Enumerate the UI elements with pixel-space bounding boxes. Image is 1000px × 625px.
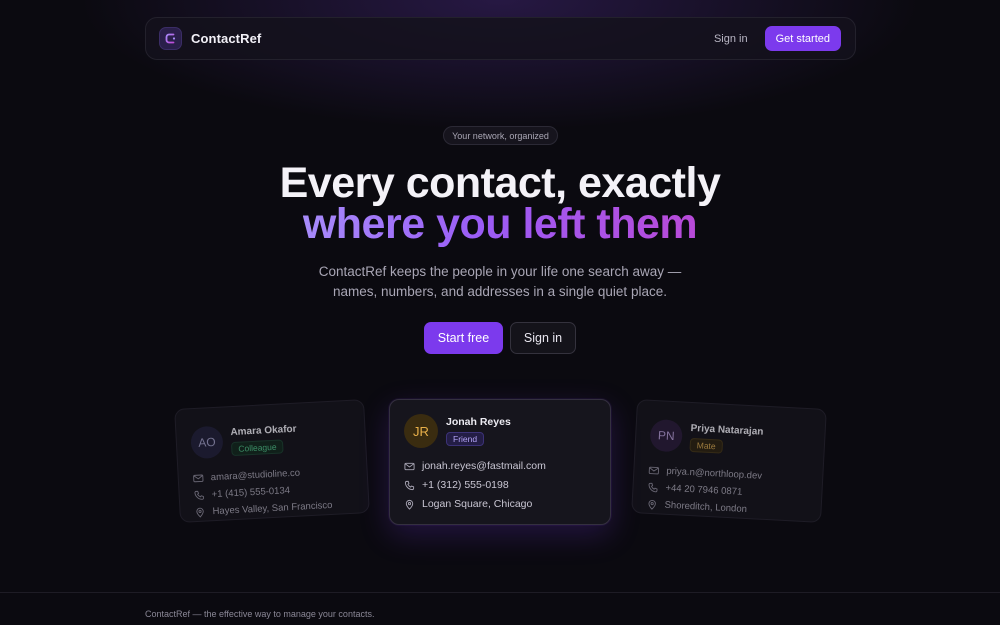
phone-icon (194, 490, 204, 500)
hero-subtitle-line2: names, numbers, and addresses in a singl… (333, 284, 667, 299)
contact-card-priya[interactable]: PN Priya Natarajan Mate priya.n@northloo… (631, 399, 827, 523)
footer-divider (0, 592, 1000, 593)
avatar: PN (649, 418, 684, 453)
card-header: AO Amara Okafor Colleague (190, 419, 351, 460)
contact-phone: +44 20 7946 0871 (665, 482, 743, 498)
contact-address-row: Hayes Valley, San Francisco (194, 499, 354, 518)
contact-phone-row: +44 20 7946 0871 (647, 482, 807, 501)
contact-email-row: amara@studioline.co (193, 465, 353, 484)
hero-title-line2: where you left them (0, 203, 1000, 246)
contact-email: jonah.reyes@fastmail.com (422, 460, 546, 472)
contact-card-amara[interactable]: AO Amara Okafor Colleague amara@studioli… (174, 399, 370, 523)
phone-icon (648, 482, 658, 493)
contact-phone-row: +1 (312) 555-0198 (404, 479, 596, 491)
hero-title-gradient-text: where you left them (302, 200, 698, 248)
brand[interactable]: ContactRef (159, 27, 261, 50)
location-pin-icon (196, 507, 204, 518)
card-identity: Amara Okafor Colleague (230, 423, 298, 456)
phone-icon (404, 480, 415, 490)
contact-name: Amara Okafor (230, 423, 297, 438)
mail-icon (404, 462, 415, 470)
contact-address: Hayes Valley, San Francisco (212, 499, 333, 518)
hero-pill-badge: Your network, organized (443, 126, 558, 145)
mail-icon (648, 466, 660, 475)
logo-icon (159, 27, 182, 50)
contact-phone-row: +1 (415) 555-0134 (193, 482, 353, 501)
card-header: PN Priya Natarajan Mate (649, 418, 810, 459)
location-pin-icon (405, 499, 414, 510)
contact-tag-badge: Mate (689, 437, 724, 454)
contact-address-row: Logan Square, Chicago (404, 498, 596, 510)
contact-address: Logan Square, Chicago (422, 498, 533, 510)
contact-email-row: jonah.reyes@fastmail.com (404, 460, 596, 472)
footer-text: ContactRef — the effective way to manage… (145, 609, 375, 619)
card-identity: Priya Natarajan Mate (689, 422, 764, 455)
contact-name: Priya Natarajan (690, 422, 764, 438)
start-free-button[interactable]: Start free (424, 322, 503, 354)
contact-card-jonah[interactable]: JR Jonah Reyes Friend jonah.reyes@fastma… (389, 399, 611, 525)
contact-phone: +1 (312) 555-0198 (422, 479, 509, 491)
get-started-button[interactable]: Get started (764, 26, 841, 51)
contact-email: amara@studioline.co (210, 467, 301, 484)
card-identity: Jonah Reyes Friend (446, 416, 511, 446)
contact-tag-badge: Friend (446, 432, 485, 446)
hero-sign-in-button[interactable]: Sign in (510, 322, 576, 354)
contact-name: Jonah Reyes (446, 416, 511, 428)
location-pin-icon (648, 500, 656, 510)
contact-email: priya.n@northloop.dev (666, 465, 763, 482)
mail-icon (193, 474, 204, 483)
brand-name: ContactRef (191, 31, 262, 46)
nav-actions: Sign in Get started (714, 26, 841, 51)
avatar: AO (190, 425, 224, 460)
nav-sign-in-link[interactable]: Sign in (714, 33, 748, 45)
contact-address: Shoreditch, London (664, 499, 748, 515)
top-nav: ContactRef Sign in Get started (145, 17, 856, 60)
hero-subtitle-line1: ContactRef keeps the people in your life… (318, 264, 682, 279)
contact-tag-badge: Colleague (230, 438, 284, 456)
contact-address-row: Shoreditch, London (646, 499, 806, 518)
contact-phone: +1 (415) 555-0134 (211, 485, 291, 501)
hero-title-line1: Every contact, exactly (279, 159, 721, 207)
contact-email-row: priya.n@northloop.dev (648, 465, 808, 484)
avatar: JR (404, 414, 438, 448)
card-header: JR Jonah Reyes Friend (404, 414, 596, 448)
